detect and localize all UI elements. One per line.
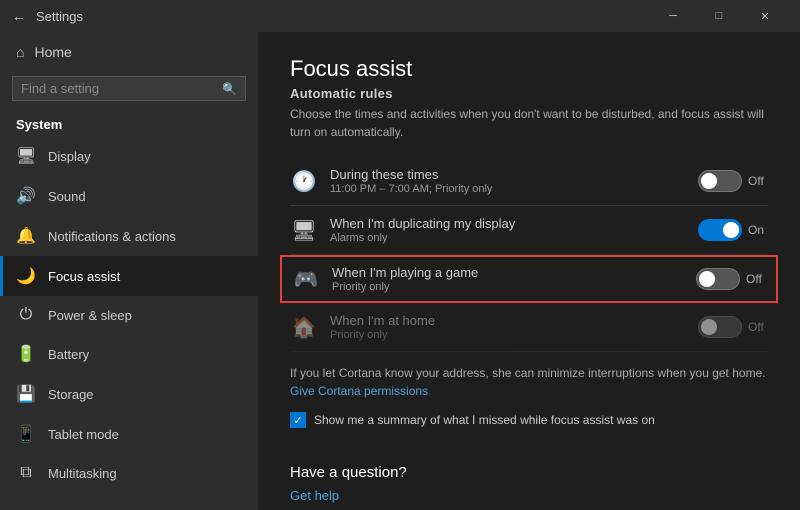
checkmark-icon: ✓ (293, 414, 302, 427)
home-label: Home (34, 44, 71, 60)
power-icon: ⏻ (16, 306, 36, 324)
toggle-knob (699, 271, 715, 287)
sidebar-item-label: Storage (48, 387, 94, 402)
rule-at-home-title: When I'm at home (330, 313, 686, 328)
rule-duplicating-title: When I'm duplicating my display (330, 216, 686, 231)
content-area: Focus assist Automatic rules Choose the … (258, 32, 800, 510)
rule-during-times-text: During these times 11:00 PM – 7:00 AM; P… (330, 167, 686, 195)
sidebar-item-label: Focus assist (48, 269, 120, 284)
sidebar-item-power[interactable]: ⏻ Power & sleep (0, 296, 258, 334)
question-title: Have a question? (290, 464, 768, 481)
toggle-knob (701, 319, 717, 335)
sidebar-item-label: Power & sleep (48, 308, 132, 323)
sidebar-item-battery[interactable]: 🔋 Battery (0, 334, 258, 374)
sidebar-item-tablet[interactable]: 📱 Tablet mode (0, 414, 258, 454)
rule-at-home-toggle[interactable] (698, 316, 742, 338)
rule-at-home: 🏠 When I'm at home Priority only Off (290, 303, 768, 352)
rule-at-home-sub: Priority only (330, 329, 686, 341)
sidebar: ⌂ Home 🔍 System 🖥 Display 🔊 Sound 🔔 Noti… (0, 32, 258, 510)
rule-playing-game-toggle-wrap: Off (696, 268, 766, 290)
rule-playing-game: 🎮 When I'm playing a game Priority only … (280, 255, 778, 303)
toggle-knob (701, 173, 717, 189)
summary-checkbox-row[interactable]: ✓ Show me a summary of what I missed whi… (290, 412, 768, 428)
sound-icon: 🔊 (16, 186, 36, 206)
rule-playing-game-sub: Priority only (332, 281, 684, 293)
monitor-icon: 🖥 (290, 218, 318, 243)
sidebar-item-display[interactable]: 🖥 Display (0, 136, 258, 176)
storage-icon: 💾 (16, 384, 36, 404)
sidebar-item-storage[interactable]: 💾 Storage (0, 374, 258, 414)
rule-duplicating-text: When I'm duplicating my display Alarms o… (330, 216, 686, 244)
automatic-rules-desc: Choose the times and activities when you… (290, 105, 768, 141)
cortana-note: If you let Cortana know your address, sh… (290, 364, 768, 382)
app-title: Settings (36, 9, 650, 24)
multitasking-icon: ⧉ (16, 464, 36, 482)
cortana-link[interactable]: Give Cortana permissions (290, 384, 768, 398)
rule-duplicating-toggle[interactable] (698, 219, 742, 241)
rule-during-times-title: During these times (330, 167, 686, 182)
sidebar-item-label: Notifications & actions (48, 229, 176, 244)
rule-during-times: 🕐 During these times 11:00 PM – 7:00 AM;… (290, 157, 768, 206)
question-section: Have a question? Get help (290, 448, 768, 505)
sidebar-home-button[interactable]: ⌂ Home (0, 32, 258, 72)
summary-checkbox-label: Show me a summary of what I missed while… (314, 413, 655, 427)
sidebar-section-title: System (0, 109, 258, 136)
back-button[interactable]: ← (12, 8, 26, 24)
title-bar: ← Settings ─ □ ✕ (0, 0, 800, 32)
sidebar-item-label: Battery (48, 347, 89, 362)
notifications-icon: 🔔 (16, 226, 36, 246)
home-icon: ⌂ (16, 44, 24, 60)
search-box[interactable]: 🔍 (12, 76, 246, 101)
rule-at-home-text: When I'm at home Priority only (330, 313, 686, 341)
rule-during-times-sub: 11:00 PM – 7:00 AM; Priority only (330, 183, 686, 195)
rule-playing-game-text: When I'm playing a game Priority only (332, 265, 684, 293)
sidebar-item-label: Display (48, 149, 91, 164)
maximize-button[interactable]: □ (696, 0, 742, 32)
main-layout: ⌂ Home 🔍 System 🖥 Display 🔊 Sound 🔔 Noti… (0, 32, 800, 510)
minimize-button[interactable]: ─ (650, 0, 696, 32)
rule-duplicating: 🖥 When I'm duplicating my display Alarms… (290, 206, 768, 255)
rule-at-home-toggle-label: Off (748, 320, 768, 334)
get-help-link[interactable]: Get help (290, 488, 339, 503)
window-controls: ─ □ ✕ (650, 0, 788, 32)
battery-icon: 🔋 (16, 344, 36, 364)
sidebar-item-label: Multitasking (48, 466, 117, 481)
home-icon: 🏠 (290, 315, 318, 340)
rule-at-home-toggle-wrap: Off (698, 316, 768, 338)
page-title: Focus assist (290, 56, 768, 82)
summary-checkbox[interactable]: ✓ (290, 412, 306, 428)
display-icon: 🖥 (16, 146, 36, 166)
rule-playing-game-toggle[interactable] (696, 268, 740, 290)
automatic-rules-label: Automatic rules (290, 86, 768, 101)
search-input[interactable] (21, 81, 222, 96)
rule-during-times-toggle[interactable] (698, 170, 742, 192)
rule-duplicating-toggle-label: On (748, 223, 768, 237)
rule-playing-game-title: When I'm playing a game (332, 265, 684, 280)
search-icon: 🔍 (222, 82, 237, 96)
rule-during-times-toggle-label: Off (748, 174, 768, 188)
sidebar-item-label: Tablet mode (48, 427, 119, 442)
gamepad-icon: 🎮 (292, 267, 320, 292)
focus-assist-icon: 🌙 (16, 266, 36, 286)
sidebar-item-focus-assist[interactable]: 🌙 Focus assist (0, 256, 258, 296)
rule-duplicating-sub: Alarms only (330, 232, 686, 244)
sidebar-item-multitasking[interactable]: ⧉ Multitasking (0, 454, 258, 492)
close-button[interactable]: ✕ (742, 0, 788, 32)
sidebar-item-notifications[interactable]: 🔔 Notifications & actions (0, 216, 258, 256)
sidebar-item-sound[interactable]: 🔊 Sound (0, 176, 258, 216)
toggle-knob (723, 222, 739, 238)
tablet-icon: 📱 (16, 424, 36, 444)
rule-during-times-toggle-wrap: Off (698, 170, 768, 192)
rule-duplicating-toggle-wrap: On (698, 219, 768, 241)
sidebar-item-label: Sound (48, 189, 86, 204)
rule-playing-game-toggle-label: Off (746, 272, 766, 286)
clock-icon: 🕐 (290, 169, 318, 194)
